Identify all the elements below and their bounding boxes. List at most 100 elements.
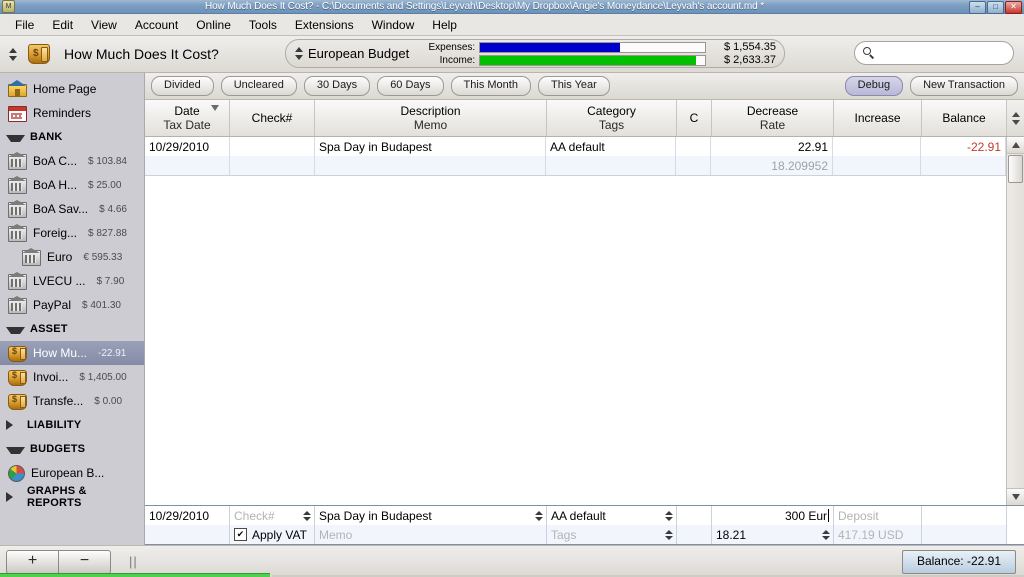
cell-date[interactable]: 10/29/2010 <box>145 137 230 156</box>
column-header-c[interactable]: C <box>677 100 712 136</box>
column-header-check-[interactable]: Check# <box>230 100 315 136</box>
sidebar-item-transfe-[interactable]: Transfe... $ 0.00 <box>0 389 144 413</box>
column-header-date[interactable]: Date Tax Date <box>145 100 230 136</box>
menu-view[interactable]: View <box>82 16 126 34</box>
header-scroll-stepper[interactable] <box>1007 100 1024 136</box>
scroll-down-button[interactable] <box>1007 488 1024 505</box>
edit-memo-field[interactable]: Memo <box>315 525 546 544</box>
debug-button[interactable]: Debug <box>844 76 904 96</box>
apply-vat-checkbox-row[interactable]: ✔ Apply VAT <box>230 525 314 544</box>
scroll-up-button[interactable] <box>1007 137 1024 154</box>
edit-rate-field[interactable]: 18.21 <box>712 525 833 544</box>
cell-check[interactable] <box>230 137 315 156</box>
triangle-right-icon[interactable] <box>6 492 22 502</box>
sidebar-group-liability[interactable]: LIABILITY <box>0 413 144 437</box>
edit-category-field[interactable]: AA default <box>547 506 676 525</box>
cell-decrease[interactable]: 22.91 <box>711 137 833 156</box>
budget-name[interactable]: European Budget <box>308 46 409 61</box>
edit-amount-field[interactable]: 300 Eur <box>712 506 833 525</box>
scrollbar-thumb[interactable] <box>1008 155 1023 183</box>
sidebar-group-graphs-reports[interactable]: GRAPHS & REPORTS <box>0 485 144 509</box>
triangle-down-icon[interactable] <box>6 134 25 142</box>
add-account-button[interactable]: + <box>6 549 59 574</box>
menu-file[interactable]: File <box>6 16 43 34</box>
edit-taxdate-field[interactable] <box>145 525 229 544</box>
remove-account-button[interactable]: − <box>59 549 111 574</box>
column-header-description[interactable]: Description Memo <box>315 100 547 136</box>
sidebar-item-reminders[interactable]: Reminders <box>0 101 144 125</box>
column-header-balance[interactable]: Balance <box>922 100 1007 136</box>
table-row[interactable]: 10/29/2010 Spa Day in Budapest AA default 2… <box>145 137 1006 156</box>
cell-cleared[interactable] <box>676 156 711 175</box>
maximize-button[interactable]: □ <box>987 1 1004 14</box>
cell-decrease[interactable]: 18.209952 <box>711 156 833 175</box>
cell-date[interactable] <box>145 156 230 175</box>
filter-uncleared[interactable]: Uncleared <box>220 76 297 96</box>
sidebar-item-paypal[interactable]: PayPal $ 401.30 <box>0 293 144 317</box>
cell-category[interactable]: AA default <box>546 137 676 156</box>
new-transaction-button[interactable]: New Transaction <box>910 76 1018 96</box>
tags-stepper-icon[interactable] <box>664 528 673 541</box>
sidebar-item-boa-c-[interactable]: BoA C... $ 103.84 <box>0 149 144 173</box>
filter-30-days[interactable]: 30 Days <box>303 76 371 96</box>
rate-stepper-icon[interactable] <box>821 528 830 541</box>
check-stepper-icon[interactable] <box>302 509 311 522</box>
edit-cleared-field[interactable] <box>677 506 711 525</box>
balance-button[interactable]: Balance: -22.91 <box>901 549 1016 574</box>
menu-window[interactable]: Window <box>363 16 424 34</box>
sidebar-group-budgets[interactable]: BUDGETS <box>0 437 144 461</box>
menu-help[interactable]: Help <box>423 16 466 34</box>
edit-description-field[interactable]: Spa Day in Budapest <box>315 506 546 525</box>
menu-edit[interactable]: Edit <box>43 16 82 34</box>
cell-description[interactable]: Spa Day in Budapest <box>315 137 546 156</box>
cell-balance[interactable]: -22.91 <box>921 137 1006 156</box>
sidebar-group-asset[interactable]: ASSET <box>0 317 144 341</box>
menu-tools[interactable]: Tools <box>240 16 286 34</box>
cell-check[interactable] <box>230 156 315 175</box>
triangle-down-icon[interactable] <box>6 326 25 334</box>
column-header-category[interactable]: Category Tags <box>547 100 677 136</box>
edit-tags-field[interactable]: Tags <box>547 525 676 544</box>
cell-cleared[interactable] <box>676 137 711 156</box>
account-stepper[interactable] <box>8 41 18 67</box>
cell-balance[interactable] <box>921 156 1006 175</box>
edit-date-field[interactable]: 10/29/2010 <box>145 506 229 525</box>
sidebar-item-boa-h-[interactable]: BoA H... $ 25.00 <box>0 173 144 197</box>
filter-divided[interactable]: Divided <box>151 76 214 96</box>
menu-account[interactable]: Account <box>126 16 187 34</box>
edit-check-field[interactable]: Check# <box>230 506 314 525</box>
menu-extensions[interactable]: Extensions <box>286 16 363 34</box>
register-scrollbar[interactable] <box>1006 137 1024 505</box>
sidebar-item-euro[interactable]: Euro € 595.33 <box>0 245 144 269</box>
cell-description[interactable] <box>315 156 546 175</box>
filter-this-month[interactable]: This Month <box>450 76 531 96</box>
sidebar-item-home-page[interactable]: Home Page <box>0 77 144 101</box>
cell-increase[interactable] <box>833 137 921 156</box>
splitter-grip[interactable]: || <box>129 554 138 569</box>
category-stepper-icon[interactable] <box>664 509 673 522</box>
sidebar-group-bank[interactable]: BANK <box>0 125 144 149</box>
sidebar-item-invoi-[interactable]: Invoi... $ 1,405.00 <box>0 365 144 389</box>
sidebar-item-foreig-[interactable]: Foreig... $ 827.88 <box>0 221 144 245</box>
filter-60-days[interactable]: 60 Days <box>377 76 444 96</box>
sidebar-item-lvecu-[interactable]: LVECU ... $ 7.90 <box>0 269 144 293</box>
edit-cleared-field-2[interactable] <box>677 525 711 544</box>
close-button[interactable]: ✕ <box>1005 1 1022 14</box>
minimize-button[interactable]: – <box>969 1 986 14</box>
triangle-down-icon[interactable] <box>6 446 25 454</box>
table-row[interactable]: 18.209952 <box>145 156 1006 176</box>
column-header-decrease[interactable]: Decrease Rate <box>712 100 834 136</box>
menu-online[interactable]: Online <box>187 16 240 34</box>
edit-deposit-field[interactable]: Deposit <box>834 506 921 525</box>
filter-this-year[interactable]: This Year <box>537 76 610 96</box>
description-stepper-icon[interactable] <box>534 509 543 522</box>
budget-stepper[interactable] <box>294 41 304 67</box>
search-box[interactable] <box>854 41 1024 65</box>
triangle-right-icon[interactable] <box>6 420 22 430</box>
cell-increase[interactable] <box>833 156 921 175</box>
sidebar-item-boa-sav-[interactable]: BoA Sav... $ 4.66 <box>0 197 144 221</box>
cell-category[interactable] <box>546 156 676 175</box>
apply-vat-checkbox[interactable]: ✔ <box>234 528 247 541</box>
search-input[interactable] <box>879 45 1024 61</box>
sidebar-item-european-b-[interactable]: European B... <box>0 461 144 485</box>
